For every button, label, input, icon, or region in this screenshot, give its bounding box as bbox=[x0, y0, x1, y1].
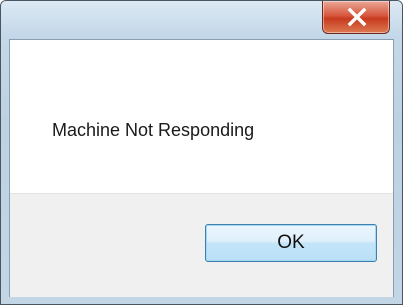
message-text: Machine Not Responding bbox=[52, 120, 255, 140]
ok-button[interactable]: OK bbox=[205, 224, 377, 262]
close-button[interactable] bbox=[322, 1, 390, 34]
dialog-content: Machine Not Responding OK bbox=[9, 39, 394, 297]
title-bar[interactable] bbox=[1, 1, 402, 39]
close-icon bbox=[347, 7, 367, 27]
dialog-window: Machine Not Responding OK bbox=[0, 0, 403, 305]
button-panel: OK bbox=[10, 193, 393, 297]
